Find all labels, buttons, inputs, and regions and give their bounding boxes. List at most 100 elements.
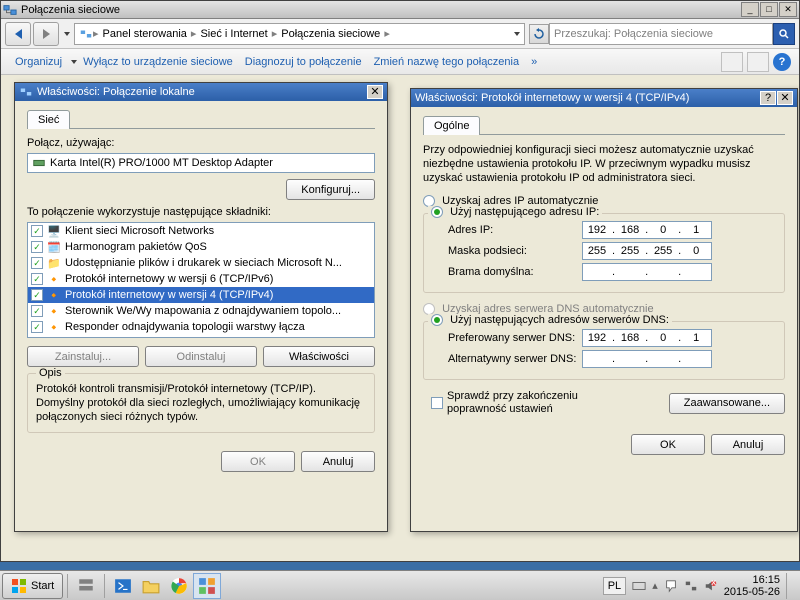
ok-button[interactable]: OK [221,451,295,472]
chrome-icon [170,577,188,595]
task-item[interactable] [165,573,193,599]
forward-button[interactable] [33,22,59,46]
task-item-active[interactable] [193,573,221,599]
tray-expand-icon[interactable]: ▴ [652,579,658,592]
refresh-button[interactable] [529,24,549,44]
task-item[interactable] [109,573,137,599]
tab-network[interactable]: Sieć [27,110,70,129]
qos-icon: 🗓️ [47,240,61,254]
date-text: 2015-05-26 [724,586,780,598]
start-label: Start [31,580,54,592]
checkbox[interactable]: ✓ [31,321,43,333]
tab-general[interactable]: Ogólne [423,116,480,135]
breadcrumb-dropdown-icon[interactable] [514,32,520,36]
dialog-titlebar: Właściwości: Protokół internetowy w wers… [411,89,797,107]
windows-logo-icon [11,578,27,594]
search-input[interactable]: Przeszukaj: Połączenia sieciowe [549,23,773,45]
list-item: ✓🖥️Klient sieci Microsoft Networks [28,223,374,239]
breadcrumb[interactable]: ▸ Panel sterowania ▸ Sieć i Internet ▸ P… [74,23,525,45]
start-button[interactable]: Start [2,573,63,599]
subnet-mask-input[interactable]: . . . [582,242,712,260]
ip-manual-radio[interactable] [431,206,443,218]
powershell-icon [114,577,132,595]
help-button[interactable]: ? [760,91,776,105]
minimize-button[interactable]: _ [741,2,759,17]
diagnose-cmd[interactable]: Diagnozuj to połączenie [239,56,368,68]
configure-button[interactable]: Konfiguruj... [286,179,375,200]
refresh-icon [533,28,545,40]
adapter-combo[interactable]: Karta Intel(R) PRO/1000 MT Desktop Adapt… [27,153,375,173]
connection-properties-dialog: Właściwości: Połączenie lokalne ✕ Sieć P… [14,82,388,532]
share-icon: 📁 [47,256,61,270]
dns1-input[interactable]: . . . [582,329,712,347]
show-desktop-button[interactable] [786,573,792,599]
cancel-button[interactable]: Anuluj [711,434,785,455]
connect-using-label: Połącz, używając: [27,137,375,149]
network-folder-icon [79,27,93,41]
intro-text: Przy odpowiedniej konfiguracji sieci moż… [423,143,785,185]
search-button[interactable] [773,23,795,45]
keyboard-icon[interactable] [632,579,646,593]
history-dropdown-icon[interactable] [64,32,70,36]
close-button[interactable]: ✕ [777,91,793,105]
language-indicator[interactable]: PL [603,577,626,595]
adapter-icon [32,156,46,170]
components-list[interactable]: ✓🖥️Klient sieci Microsoft Networks ✓🗓️Ha… [27,222,375,338]
dns-manual-label: Użyj następujących adresów serwerów DNS: [450,314,669,326]
time-text: 16:15 [724,574,780,586]
uninstall-button[interactable]: Odinstaluj [145,346,257,367]
breadcrumb-item[interactable]: Sieć i Internet [196,28,271,40]
checkbox[interactable]: ✓ [31,241,43,253]
properties-button[interactable]: Właściwości [263,346,375,367]
explorer-icon [142,577,160,595]
list-item: ✓🔸Sterownik We/Wy mapowania z odnajdywan… [28,303,374,319]
back-button[interactable] [5,22,31,46]
close-button[interactable]: ✕ [779,2,797,17]
dialog-title: Właściwości: Protokół internetowy w wers… [415,92,689,104]
view-button[interactable] [721,52,743,72]
adapter-name: Karta Intel(R) PRO/1000 MT Desktop Adapt… [50,157,273,169]
checkbox[interactable]: ✓ [31,273,43,285]
dns-manual-radio[interactable] [431,314,443,326]
breadcrumb-item[interactable]: Połączenia sieciowe [277,28,384,40]
validate-label: Sprawdź przy zakończeniu poprawność usta… [447,390,627,416]
task-item[interactable] [72,573,100,599]
action-center-icon[interactable] [664,579,678,593]
list-item-selected: ✓🔸Protokół internetowy w wersji 4 (TCP/I… [28,287,374,303]
gateway-input[interactable]: . . . [582,263,712,281]
advanced-button[interactable]: Zaawansowane... [669,393,785,414]
volume-icon[interactable]: x [704,579,718,593]
organize-menu[interactable]: Organizuj [9,56,68,68]
ipv4-properties-dialog: Właściwości: Protokół internetowy w wers… [410,88,798,532]
system-tray: PL ▴ x 16:15 2015-05-26 [597,573,798,599]
disable-device-cmd[interactable]: Wyłącz to urządzenie sieciowe [77,56,239,68]
help-button[interactable]: ? [773,53,791,71]
breadcrumb-item[interactable]: Panel sterowania [99,28,191,40]
checkbox[interactable]: ✓ [31,225,43,237]
ip-address-input[interactable]: . . . [582,221,712,239]
search-icon [778,28,790,40]
install-button[interactable]: Zainstaluj... [27,346,139,367]
task-item[interactable] [137,573,165,599]
checkbox[interactable]: ✓ [31,257,43,269]
maximize-button[interactable]: □ [760,2,778,17]
ok-button[interactable]: OK [631,434,705,455]
ip-manual-group: Użyj następującego adresu IP: Adres IP: … [423,213,785,293]
driver-icon: 🔸 [47,304,61,318]
clock[interactable]: 16:15 2015-05-26 [724,574,780,598]
preview-button[interactable] [747,52,769,72]
more-cmd[interactable]: » [525,56,543,68]
network-tray-icon[interactable] [684,579,698,593]
window-title: Połączenia sieciowe [21,4,741,16]
cancel-button[interactable]: Anuluj [301,451,375,472]
checkbox[interactable]: ✓ [31,305,43,317]
client-icon: 🖥️ [47,224,61,238]
dns2-input[interactable]: . . . [582,350,712,368]
validate-checkbox[interactable] [431,397,443,409]
checkbox[interactable]: ✓ [31,289,43,301]
list-item: ✓🗓️Harmonogram pakietów QoS [28,239,374,255]
rename-cmd[interactable]: Zmień nazwę tego połączenia [368,56,526,68]
server-manager-icon [77,577,95,595]
titlebar: Połączenia sieciowe _ □ ✕ [1,1,799,19]
close-button[interactable]: ✕ [367,85,383,99]
